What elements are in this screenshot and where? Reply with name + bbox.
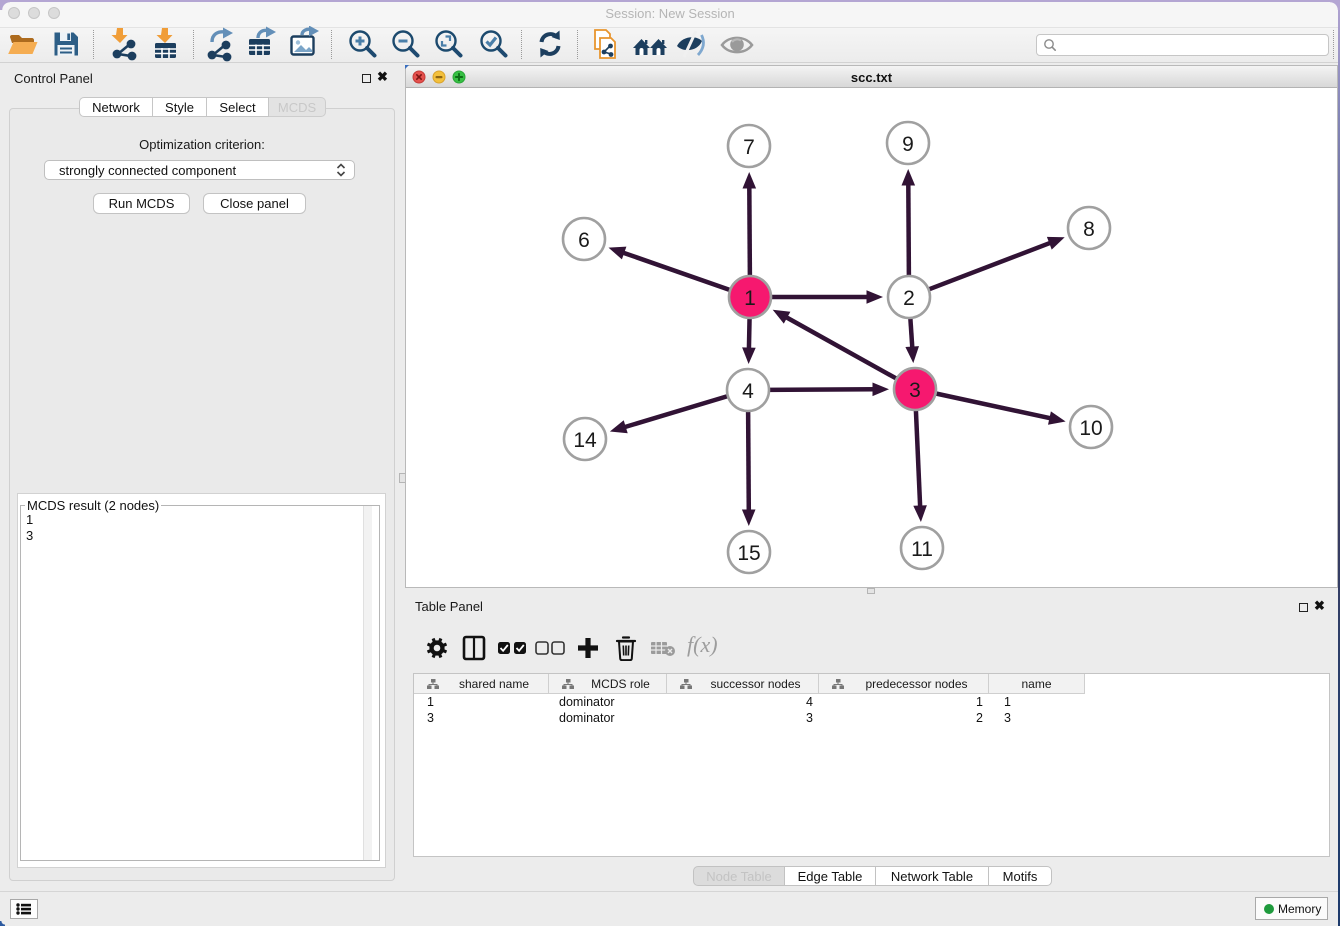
svg-text:10: 10 bbox=[1079, 417, 1102, 440]
svg-text:1: 1 bbox=[744, 287, 756, 310]
svg-text:7: 7 bbox=[743, 136, 755, 159]
svg-text:2: 2 bbox=[903, 287, 915, 310]
svg-text:4: 4 bbox=[742, 380, 754, 403]
svg-text:15: 15 bbox=[737, 542, 760, 565]
svg-text:3: 3 bbox=[909, 379, 921, 402]
svg-text:6: 6 bbox=[578, 229, 590, 252]
svg-text:14: 14 bbox=[573, 429, 597, 452]
svg-text:8: 8 bbox=[1083, 218, 1095, 241]
svg-text:11: 11 bbox=[911, 538, 933, 561]
svg-text:9: 9 bbox=[902, 133, 914, 156]
